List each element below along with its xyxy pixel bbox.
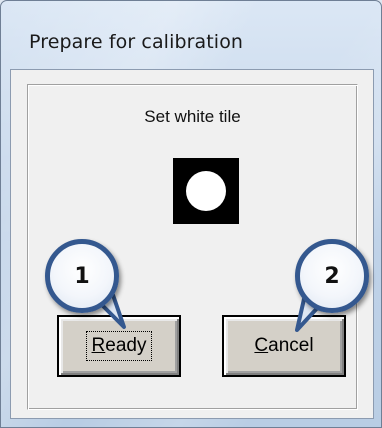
white-dot: [186, 171, 226, 211]
white-tile-indicator-icon: [173, 158, 239, 224]
cancel-mnemonic: C: [254, 335, 269, 356]
instruction-text: Set white tile: [144, 107, 241, 126]
cancel-button[interactable]: Cancel: [222, 315, 346, 377]
ready-label-rest: eady: [105, 335, 147, 356]
callout-badge-2: 2: [295, 239, 369, 313]
callout-badge-1: 1: [45, 239, 119, 313]
ready-button[interactable]: Ready: [57, 315, 181, 377]
window-title: Prepare for calibration: [29, 31, 244, 53]
cancel-button-label: Cancel: [249, 332, 318, 360]
ready-button-label: Ready: [85, 331, 153, 361]
cancel-label-rest: ancel: [268, 335, 314, 356]
ready-mnemonic: R: [91, 335, 106, 356]
dialog-window: Prepare for calibration Set white tile R…: [0, 0, 382, 428]
